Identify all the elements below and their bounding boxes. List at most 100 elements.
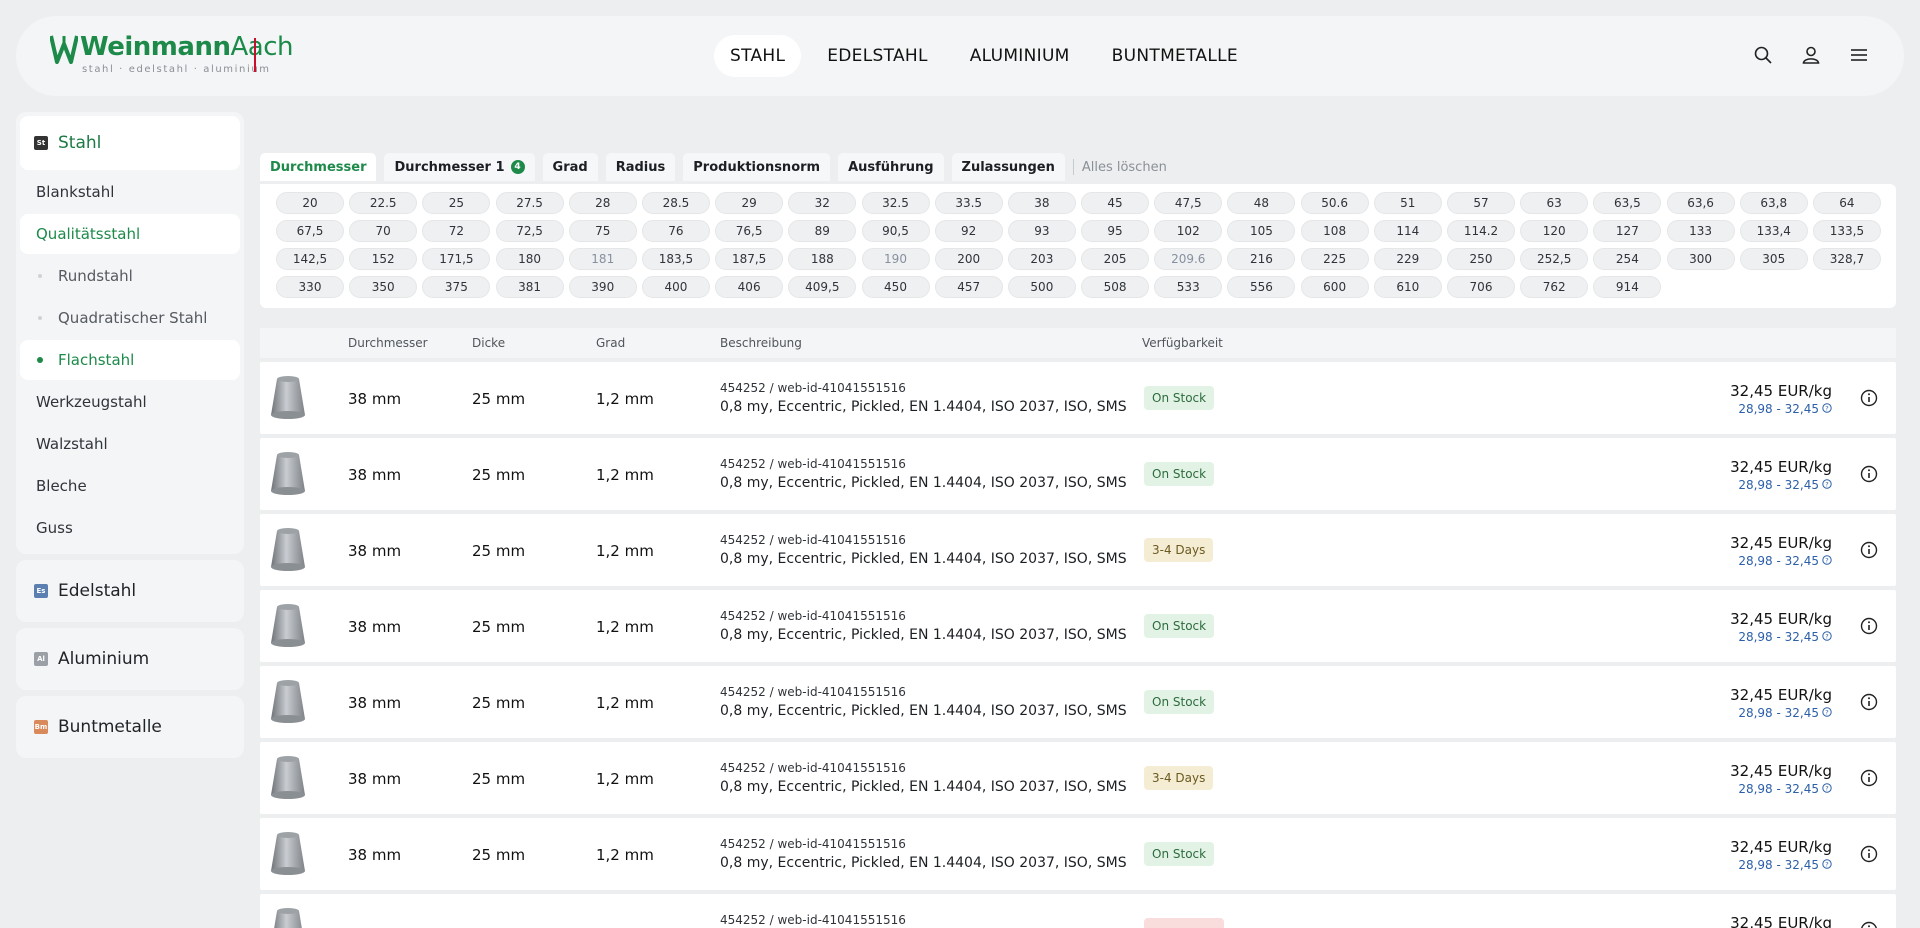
diameter-chip[interactable]: 762: [1520, 276, 1589, 298]
tab-zulassungen[interactable]: Zulassungen: [951, 153, 1065, 181]
diameter-chip[interactable]: 92: [934, 220, 1003, 242]
diameter-chip[interactable]: 450: [861, 276, 930, 298]
tab-durchmesser-1[interactable]: Durchmesser 1 4: [384, 153, 535, 181]
diameter-chip[interactable]: 183,5: [641, 248, 710, 270]
table-row[interactable]: 38 mm 25 mm 1,2 mm 454252 / web-id-41041551…: [260, 742, 1896, 814]
diameter-chip[interactable]: 105: [1227, 220, 1296, 242]
diameter-chip[interactable]: 300: [1666, 248, 1735, 270]
diameter-chip[interactable]: 209.6: [1154, 248, 1223, 270]
diameter-chip[interactable]: 390: [568, 276, 637, 298]
diameter-chip[interactable]: 63,5: [1593, 192, 1662, 214]
diameter-chip[interactable]: 72,5: [495, 220, 564, 242]
diameter-chip[interactable]: 89: [788, 220, 857, 242]
diameter-chip[interactable]: 375: [422, 276, 491, 298]
diameter-chip[interactable]: 48: [1227, 192, 1296, 214]
menu-icon[interactable]: [1848, 44, 1870, 66]
diameter-chip[interactable]: 133: [1666, 220, 1735, 242]
sidebar-head-stahl[interactable]: St Stahl: [20, 116, 240, 170]
diameter-chip[interactable]: 120: [1520, 220, 1589, 242]
info-icon[interactable]: [1860, 617, 1878, 635]
diameter-chip[interactable]: 457: [934, 276, 1003, 298]
tab-grad[interactable]: Grad: [542, 153, 598, 181]
diameter-chip[interactable]: 25: [422, 192, 491, 214]
diameter-chip[interactable]: 190: [861, 248, 930, 270]
sidebar-item-quadratischer-stahl[interactable]: Quadratischer Stahl: [20, 298, 240, 338]
diameter-chip[interactable]: 114: [1373, 220, 1442, 242]
diameter-chip[interactable]: 33.5: [934, 192, 1003, 214]
table-row[interactable]: 38 mm 25 mm 1,2 mm 454252 / web-id-41041551…: [260, 438, 1896, 510]
diameter-chip[interactable]: 76,5: [715, 220, 784, 242]
diameter-chip[interactable]: 114.2: [1447, 220, 1515, 242]
tab-produktionsnorm[interactable]: Produktionsnorm: [683, 153, 831, 181]
diameter-chip[interactable]: 252,5: [1520, 248, 1589, 270]
diameter-chip[interactable]: 181: [568, 248, 637, 270]
diameter-chip[interactable]: 28.5: [641, 192, 710, 214]
diameter-chip[interactable]: 914: [1593, 276, 1662, 298]
diameter-chip[interactable]: 75: [568, 220, 637, 242]
sidebar-head-aluminium[interactable]: Al Aluminium: [20, 632, 240, 686]
diameter-chip[interactable]: 47,5: [1154, 192, 1223, 214]
diameter-chip[interactable]: 63: [1520, 192, 1589, 214]
diameter-chip[interactable]: 216: [1227, 248, 1296, 270]
diameter-chip[interactable]: 38: [1007, 192, 1076, 214]
diameter-chip[interactable]: 406: [715, 276, 784, 298]
price-range[interactable]: 28,98 - 32,45?: [1738, 630, 1832, 644]
diameter-chip[interactable]: 63,6: [1666, 192, 1735, 214]
info-icon[interactable]: [1860, 389, 1878, 407]
diameter-chip[interactable]: 350: [349, 276, 418, 298]
diameter-chip[interactable]: 28: [568, 192, 637, 214]
diameter-chip[interactable]: 600: [1300, 276, 1369, 298]
tab-durchmesser[interactable]: Durchmesser: [260, 153, 377, 181]
diameter-chip[interactable]: 57: [1447, 192, 1515, 214]
nav-edelstahl[interactable]: EDELSTAHL: [811, 35, 943, 77]
diameter-chip[interactable]: 328,7: [1812, 248, 1881, 270]
sidebar-item-walzstahl[interactable]: Walzstahl: [20, 424, 240, 464]
table-row[interactable]: 38 mm 25 mm 1,2 mm 454252 / web-id-41041551…: [260, 590, 1896, 662]
table-row[interactable]: 454252 / web-id-41041551516 32,45 EUR/kg: [260, 894, 1896, 928]
user-icon[interactable]: [1800, 44, 1822, 66]
diameter-chip[interactable]: 32: [788, 192, 857, 214]
diameter-chip[interactable]: 610: [1373, 276, 1442, 298]
diameter-chip[interactable]: 72: [422, 220, 491, 242]
brand-logo[interactable]: WeinmannAach stahl · edelstahl · alumini…: [50, 32, 293, 78]
diameter-chip[interactable]: 133,5: [1812, 220, 1881, 242]
diameter-chip[interactable]: 381: [495, 276, 564, 298]
diameter-chip[interactable]: 93: [1007, 220, 1076, 242]
diameter-chip[interactable]: 254: [1593, 248, 1662, 270]
diameter-chip[interactable]: 20: [276, 192, 344, 214]
sidebar-item-rundstahl[interactable]: Rundstahl: [20, 256, 240, 296]
diameter-chip[interactable]: 95: [1081, 220, 1150, 242]
diameter-chip[interactable]: 187,5: [715, 248, 784, 270]
price-range[interactable]: 28,98 - 32,45?: [1738, 478, 1832, 492]
info-icon[interactable]: [1860, 693, 1878, 711]
diameter-chip[interactable]: 400: [641, 276, 710, 298]
diameter-chip[interactable]: 500: [1007, 276, 1076, 298]
diameter-chip[interactable]: 102: [1154, 220, 1223, 242]
tab-ausführung[interactable]: Ausführung: [838, 153, 944, 181]
table-row[interactable]: 38 mm 25 mm 1,2 mm 454252 / web-id-41041551…: [260, 818, 1896, 890]
nav-stahl[interactable]: STAHL: [714, 35, 802, 77]
nav-aluminium[interactable]: ALUMINIUM: [954, 35, 1086, 77]
diameter-chip[interactable]: 67,5: [276, 220, 344, 242]
diameter-chip[interactable]: 45: [1081, 192, 1150, 214]
price-range[interactable]: 28,98 - 32,45?: [1738, 858, 1832, 872]
diameter-chip[interactable]: 188: [788, 248, 857, 270]
table-row[interactable]: 38 mm 25 mm 1,2 mm 454252 / web-id-41041551…: [260, 514, 1896, 586]
diameter-chip[interactable]: 200: [934, 248, 1003, 270]
diameter-chip[interactable]: 51: [1373, 192, 1442, 214]
diameter-chip[interactable]: 70: [349, 220, 418, 242]
table-row[interactable]: 38 mm 25 mm 1,2 mm 454252 / web-id-41041551…: [260, 666, 1896, 738]
info-icon[interactable]: [1860, 465, 1878, 483]
info-icon[interactable]: [1860, 769, 1878, 787]
diameter-chip[interactable]: 305: [1739, 248, 1808, 270]
diameter-chip[interactable]: 27.5: [495, 192, 564, 214]
diameter-chip[interactable]: 203: [1007, 248, 1076, 270]
diameter-chip[interactable]: 108: [1300, 220, 1369, 242]
price-range[interactable]: 28,98 - 32,45?: [1738, 782, 1832, 796]
col-grad[interactable]: Grad: [596, 336, 625, 350]
diameter-chip[interactable]: 180: [495, 248, 564, 270]
diameter-chip[interactable]: 533: [1154, 276, 1223, 298]
sidebar-item-flachstahl[interactable]: Flachstahl: [20, 340, 240, 380]
diameter-chip[interactable]: 409,5: [788, 276, 857, 298]
diameter-chip[interactable]: 64: [1812, 192, 1881, 214]
